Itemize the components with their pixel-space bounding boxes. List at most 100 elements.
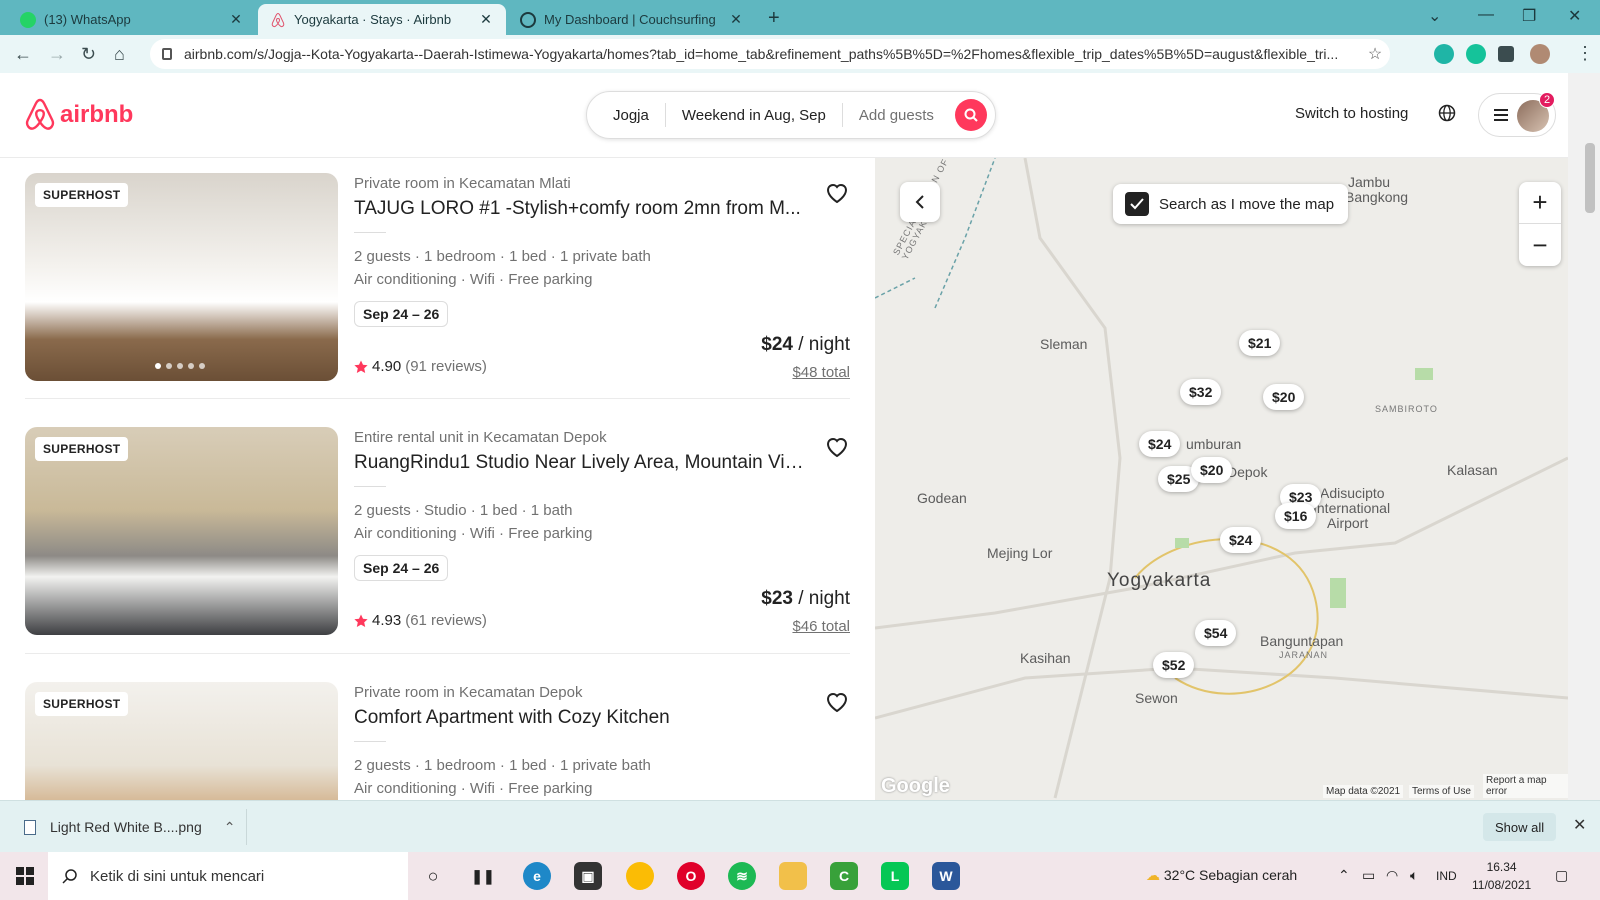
cortana-icon[interactable]: ○: [419, 862, 447, 890]
language-globe-icon[interactable]: [1438, 104, 1456, 127]
extensions-puzzle-icon[interactable]: [1498, 46, 1514, 62]
listing-dates: Sep 24 – 26: [354, 555, 449, 581]
price-pin[interactable]: $54: [1195, 620, 1237, 646]
more-menu-icon[interactable]: ⋮: [1576, 43, 1594, 64]
photo-carousel-dots[interactable]: [155, 363, 205, 369]
terms-of-use-link[interactable]: Terms of Use: [1409, 785, 1474, 798]
browser-toolbar: ← → ↻ ⌂ airbnb.com/s/Jogja--Kota-Yogyaka…: [0, 35, 1600, 73]
listing-amenities: Air conditioning · Wifi · Free parking: [354, 271, 593, 288]
airbnb-logo[interactable]: airbnb: [24, 98, 133, 132]
language-indicator[interactable]: IND: [1436, 869, 1457, 883]
map-panel[interactable]: Sleman Godean Mejing Lor Yogyakarta Kasi…: [875, 158, 1568, 800]
listing-photo[interactable]: SUPERHOST: [25, 173, 338, 381]
close-icon[interactable]: ✕: [728, 11, 744, 28]
listing-photo[interactable]: SUPERHOST: [25, 682, 338, 800]
wishlist-heart-icon[interactable]: [825, 182, 849, 209]
wishlist-heart-icon[interactable]: [825, 691, 849, 718]
forward-button[interactable]: →: [48, 44, 66, 65]
listing-title[interactable]: TAJUG LORO #1 -Stylish+comfy room 2mn fr…: [354, 198, 804, 220]
listing-title[interactable]: Comfort Apartment with Cozy Kitchen: [354, 707, 804, 729]
extension-m-icon[interactable]: [1434, 44, 1454, 64]
total-price-link[interactable]: $46 total: [792, 618, 850, 635]
battery-icon[interactable]: ▭: [1362, 867, 1375, 884]
download-item[interactable]: Light Red White B....png ⌃: [24, 811, 236, 843]
taskbar-search-input[interactable]: Ketik di sini untuk mencari: [48, 852, 408, 900]
listing-amenities: Air conditioning · Wifi · Free parking: [354, 525, 593, 542]
listing-info: Private room in Kecamatan Depok Comfort …: [354, 682, 850, 800]
tab-search-icon[interactable]: ⌄: [1428, 6, 1441, 26]
word-icon[interactable]: W: [932, 862, 960, 890]
price-pin[interactable]: $52: [1153, 652, 1195, 678]
system-clock[interactable]: 16.34 11/08/2021: [1472, 858, 1531, 894]
bookmark-star-icon[interactable]: ☆: [1360, 44, 1390, 64]
edge-icon[interactable]: e: [523, 862, 551, 890]
user-menu-button[interactable]: 2: [1478, 92, 1556, 137]
chrome-icon[interactable]: [626, 862, 654, 890]
price-pin[interactable]: $24: [1220, 527, 1262, 553]
url-text[interactable]: airbnb.com/s/Jogja--Kota-Yogyakarta--Dae…: [184, 46, 1360, 62]
search-location[interactable]: Jogja: [587, 103, 666, 127]
price-pin[interactable]: $20: [1191, 457, 1233, 483]
total-price-link[interactable]: $48 total: [792, 364, 850, 381]
show-all-button[interactable]: Show all: [1483, 813, 1557, 841]
price-pin[interactable]: $20: [1263, 384, 1305, 410]
close-window-button[interactable]: ✕: [1568, 6, 1581, 26]
price-pin[interactable]: $24: [1139, 431, 1181, 457]
chevron-up-icon[interactable]: ⌃: [1338, 867, 1350, 884]
tab-airbnb[interactable]: Yogyakarta · Stays · Airbnb ✕: [258, 4, 506, 35]
search-as-move-toggle[interactable]: Search as I move the map: [1113, 184, 1349, 224]
collapse-map-button[interactable]: [900, 182, 940, 222]
close-icon[interactable]: ✕: [478, 11, 494, 28]
listing-card[interactable]: SUPERHOST Entire rental unit in Kecamata…: [25, 412, 850, 635]
price-pin[interactable]: $21: [1239, 330, 1281, 356]
price-pin[interactable]: $16: [1275, 503, 1317, 529]
close-icon[interactable]: ✕: [228, 11, 244, 28]
zoom-in-button[interactable]: +: [1519, 182, 1561, 224]
file-explorer-icon[interactable]: [779, 862, 807, 890]
wishlist-heart-icon[interactable]: [825, 436, 849, 463]
opera-icon[interactable]: O: [677, 862, 705, 890]
notification-badge: 2: [1539, 92, 1555, 108]
windows-start-icon[interactable]: [16, 867, 34, 890]
zoom-out-button[interactable]: −: [1519, 224, 1561, 266]
price-pin[interactable]: $32: [1180, 379, 1222, 405]
search-guests[interactable]: Add guests: [843, 103, 950, 127]
page-scrollbar[interactable]: [1568, 73, 1600, 800]
listing-card[interactable]: SUPERHOST Private room in Kecamatan Mlat…: [25, 158, 850, 381]
notifications-icon[interactable]: ▢: [1555, 867, 1568, 884]
tab-couchsurfing[interactable]: My Dashboard | Couchsurfing ✕: [508, 4, 756, 35]
nightly-price: $23: [761, 588, 793, 609]
task-view-icon[interactable]: ❚❚: [469, 862, 497, 890]
reload-button[interactable]: ↻: [81, 44, 96, 65]
listing-photo[interactable]: SUPERHOST: [25, 427, 338, 635]
grammarly-icon[interactable]: [1466, 44, 1486, 64]
new-tab-button[interactable]: +: [768, 7, 780, 30]
checkbox-checked-icon[interactable]: [1125, 192, 1149, 216]
spotify-icon[interactable]: ≋: [728, 862, 756, 890]
back-button[interactable]: ←: [14, 44, 32, 65]
weather-widget[interactable]: ☁ 32°C Sebagian cerah: [1146, 867, 1297, 884]
tab-whatsapp[interactable]: (13) WhatsApp ✕: [8, 4, 256, 35]
report-map-error-link[interactable]: Report a map error: [1483, 774, 1568, 798]
scrollbar-thumb[interactable]: [1585, 143, 1595, 213]
search-button[interactable]: [955, 99, 987, 131]
store-icon[interactable]: ▣: [574, 862, 602, 890]
listing-card[interactable]: SUPERHOST Private room in Kecamatan Depo…: [25, 667, 850, 800]
listing-title[interactable]: RuangRindu1 Studio Near Lively Area, Mou…: [354, 452, 804, 474]
maximize-button[interactable]: ❐: [1522, 6, 1536, 26]
switch-to-hosting-link[interactable]: Switch to hosting: [1295, 105, 1408, 122]
volume-icon[interactable]: 🔈︎: [1410, 867, 1418, 884]
line-icon[interactable]: L: [881, 862, 909, 890]
address-bar[interactable]: airbnb.com/s/Jogja--Kota-Yogyakarta--Dae…: [150, 39, 1390, 69]
wifi-icon[interactable]: ◠: [1386, 867, 1398, 884]
close-icon[interactable]: ✕: [1573, 815, 1586, 835]
home-icon[interactable]: ⌂: [114, 44, 125, 65]
minimize-button[interactable]: —: [1478, 6, 1494, 24]
camtasia-icon[interactable]: C: [830, 862, 858, 890]
listing-amenities: Air conditioning · Wifi · Free parking: [354, 780, 593, 797]
airbnb-header: airbnb Jogja Weekend in Aug, Sep Add gue…: [0, 73, 1568, 158]
search-bar[interactable]: Jogja Weekend in Aug, Sep Add guests: [586, 91, 996, 139]
search-dates[interactable]: Weekend in Aug, Sep: [666, 103, 843, 127]
chevron-up-icon[interactable]: ⌃: [224, 819, 236, 836]
profile-avatar[interactable]: [1530, 44, 1550, 64]
